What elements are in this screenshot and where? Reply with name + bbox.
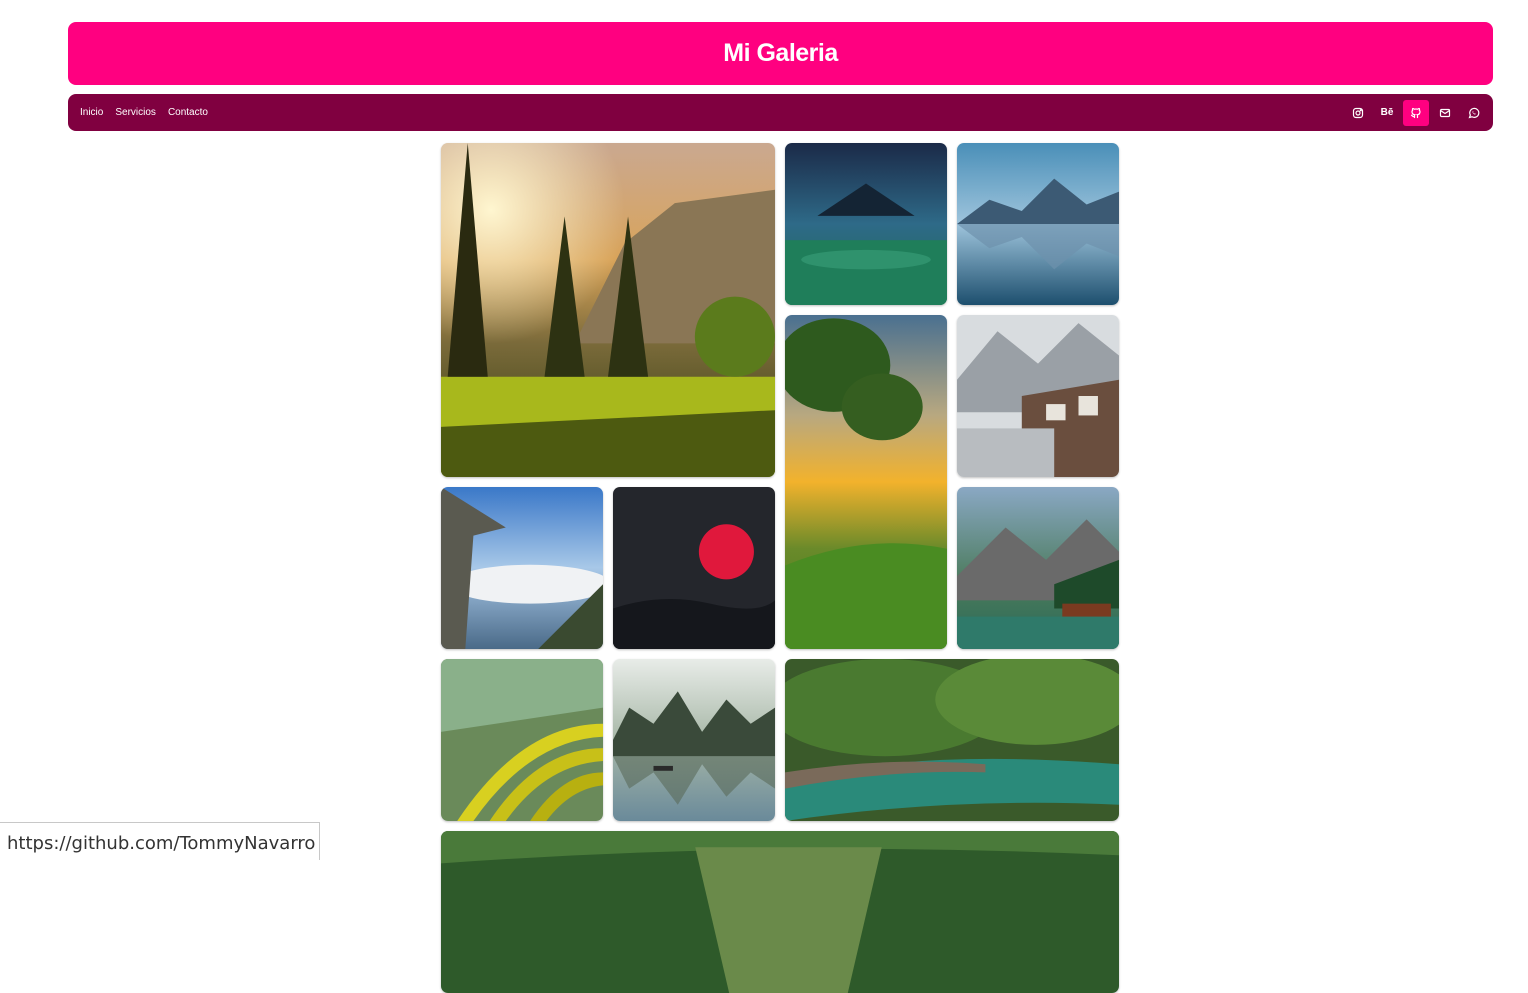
navbar: Inicio Servicios Contacto Bē [68, 94, 1493, 131]
gallery-image-golden-sunset[interactable] [785, 315, 947, 649]
instagram-button[interactable] [1345, 100, 1371, 126]
page-title: Mi Galeria [723, 39, 838, 67]
link-status-bar: https://github.com/TommyNavarro [0, 822, 320, 860]
whatsapp-icon [1468, 107, 1480, 118]
page-header: Mi Galeria [68, 22, 1493, 85]
gallery-image-green-valley[interactable] [441, 831, 1119, 993]
nav-link-inicio[interactable]: Inicio [80, 107, 103, 118]
gallery-image-rice-terraces[interactable] [441, 659, 603, 821]
behance-icon: Bē [1380, 107, 1394, 118]
gallery-image-karst-river[interactable] [613, 659, 775, 821]
behance-button[interactable]: Bē [1374, 100, 1400, 126]
nav-link-servicios[interactable]: Servicios [115, 107, 156, 118]
gallery-image-snowy-village[interactable] [957, 315, 1119, 477]
image-gallery [441, 143, 1120, 993]
mail-icon [1439, 108, 1451, 117]
gallery-image-forest-meadow[interactable] [441, 143, 775, 477]
gallery-image-lake-boathouse[interactable] [957, 487, 1119, 649]
github-icon [1410, 107, 1421, 118]
social-links: Bē [1345, 99, 1487, 126]
whatsapp-button[interactable] [1461, 100, 1487, 126]
mail-button[interactable] [1432, 100, 1458, 126]
gallery-image-mountain-night[interactable] [785, 143, 947, 305]
gallery-image-forest-stream[interactable] [785, 659, 1119, 821]
gallery-image-red-sun[interactable] [613, 487, 775, 649]
gallery-image-cliff-clouds[interactable] [441, 487, 603, 649]
instagram-icon [1352, 107, 1364, 118]
gallery-image-lake-reflection[interactable] [957, 143, 1119, 305]
nav-links: Inicio Servicios Contacto [80, 107, 208, 118]
github-button[interactable] [1403, 99, 1429, 126]
nav-link-contacto[interactable]: Contacto [168, 107, 208, 118]
